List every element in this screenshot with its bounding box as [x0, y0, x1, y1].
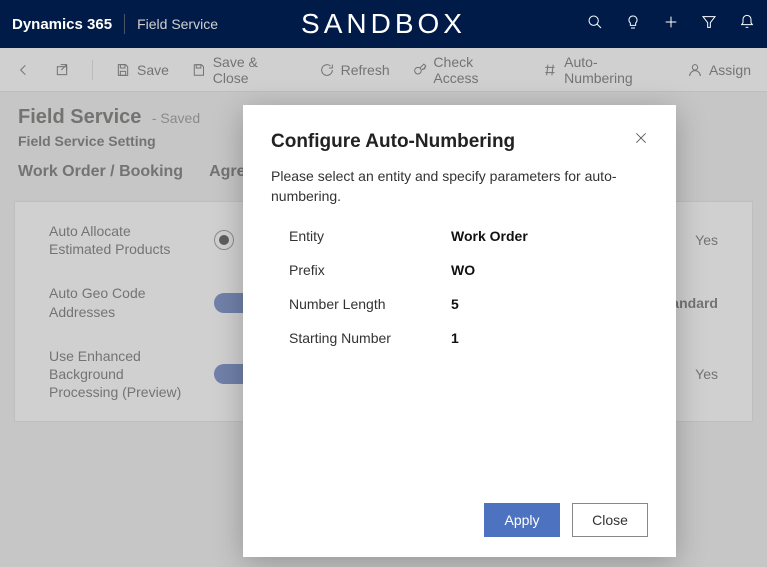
dlg-key: Number Length — [271, 296, 451, 312]
dialog-form: Entity Work Order Prefix WO Number Lengt… — [271, 228, 648, 364]
dlg-val[interactable]: WO — [451, 262, 475, 278]
dlg-key: Entity — [271, 228, 451, 244]
dlg-row-start: Starting Number 1 — [271, 330, 648, 346]
close-icon[interactable] — [634, 131, 648, 150]
filter-icon[interactable] — [701, 14, 717, 35]
dialog-title: Configure Auto-Numbering — [271, 131, 515, 153]
dlg-key: Prefix — [271, 262, 451, 278]
dlg-row-length: Number Length 5 — [271, 296, 648, 312]
close-button[interactable]: Close — [572, 503, 648, 537]
dlg-val[interactable]: 1 — [451, 330, 459, 346]
brand-divider — [124, 14, 125, 34]
brand[interactable]: Dynamics 365 — [12, 16, 112, 33]
dlg-row-entity: Entity Work Order — [271, 228, 648, 244]
add-icon[interactable] — [663, 14, 679, 35]
dialog-footer: Apply Close — [271, 503, 648, 537]
lightbulb-icon[interactable] — [625, 14, 641, 35]
global-nav: Dynamics 365 Field Service SANDBOX — [0, 0, 767, 48]
dlg-val[interactable]: Work Order — [451, 228, 528, 244]
dlg-val[interactable]: 5 — [451, 296, 459, 312]
app-name[interactable]: Field Service — [137, 16, 218, 32]
environment-label: SANDBOX — [301, 8, 466, 40]
dlg-key: Starting Number — [271, 330, 451, 346]
dialog-description: Please select an entity and specify para… — [271, 167, 648, 206]
search-icon[interactable] — [587, 14, 603, 35]
dlg-row-prefix: Prefix WO — [271, 262, 648, 278]
auto-numbering-dialog: Configure Auto-Numbering Please select a… — [243, 105, 676, 557]
apply-button[interactable]: Apply — [484, 503, 560, 537]
bell-icon[interactable] — [739, 14, 755, 35]
